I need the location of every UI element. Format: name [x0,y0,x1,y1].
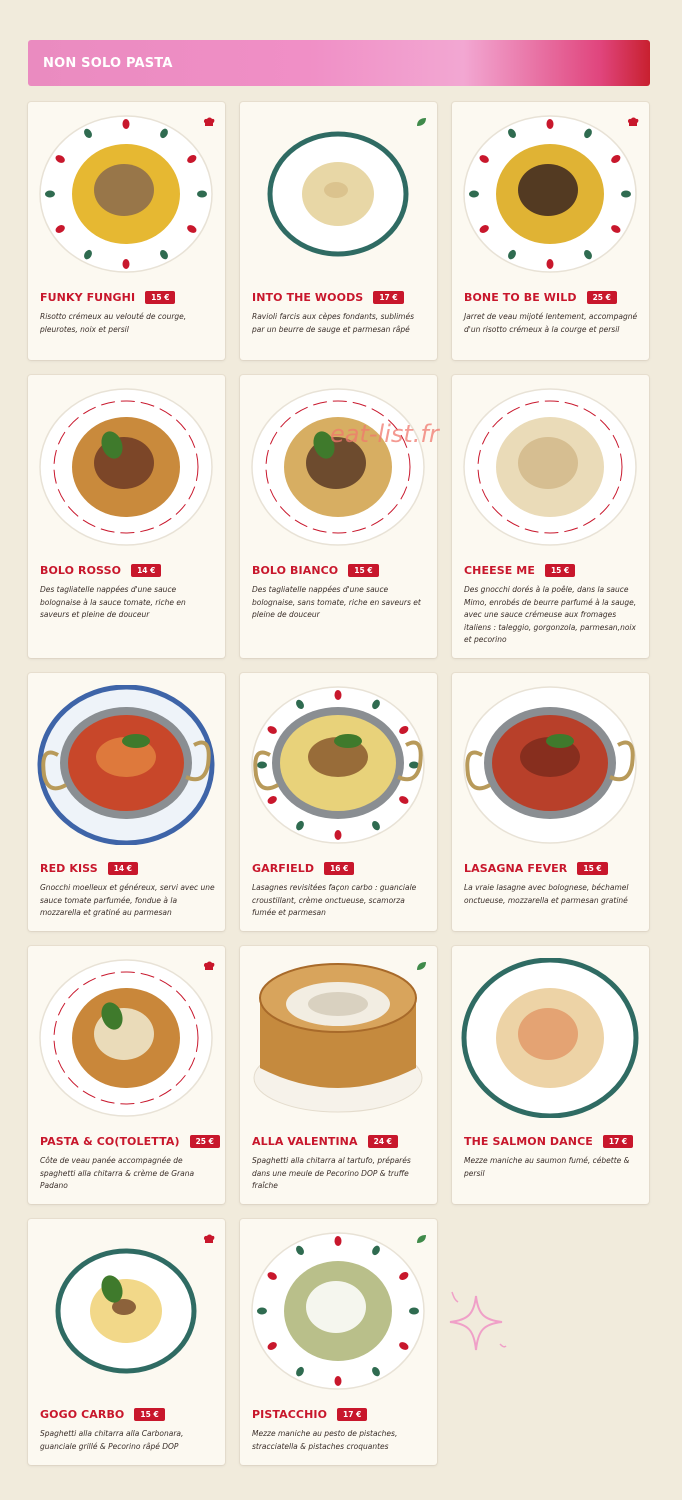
dish-title-row: BONE TO BE WILD 25 € [464,291,617,304]
dish-description: Côte de veau panée accompagnée de spaghe… [40,1156,195,1190]
leaf-icon [415,1229,427,1243]
dish-title-row: RED KISS 14 € [40,862,138,875]
dish-description: Mezze maniche au pesto de pistaches, str… [252,1429,398,1451]
dish-name: GOGO CARBO [40,1408,125,1421]
dish-name: PISTACCHIO [252,1408,328,1421]
dish-name: BONE TO BE WILD [464,291,577,304]
dish-photo [460,685,641,845]
dish-name: BOLO ROSSO [40,564,122,577]
price-badge: 24 € [367,1135,398,1148]
dish-name: THE SALMON DANCE [464,1135,593,1148]
dish-card[interactable]: GARFIELD 16 € Lasagnes revisitées façon ca… [240,673,437,931]
dish-photo [36,1231,217,1391]
dish-description: Gnocchi moelleux et généreux, servi avec… [40,883,215,917]
dish-name: PASTA & CO(TOLETTA) [40,1135,180,1148]
dish-name: INTO THE WOODS [252,291,364,304]
price-badge: 17 € [602,1135,634,1148]
dish-photo [248,114,429,274]
dish-card[interactable]: INTO THE WOODS 17 € Ravioli farcis aux cèp… [240,102,437,360]
dish-photo [248,958,429,1118]
price-badge: 15 € [544,564,576,577]
dish-name: BOLO BIANCO [252,564,339,577]
dish-photo [248,387,429,547]
dish-title-row: PISTACCHIO 17 € [252,1408,368,1421]
dish-card[interactable]: PISTACCHIO 17 € Mezze maniche au pesto de … [240,1219,437,1465]
dish-description: Des tagliatelle nappées d'une sauce bolo… [40,585,186,619]
dish-title-row: PASTA & CO(TOLETTA) 25 € [40,1135,220,1148]
price-badge: 14 € [107,862,138,875]
dish-description: Risotto crémeux au velouté de courge, pl… [40,312,187,334]
dish-description: Ravioli farcis aux cèpes fondants, subli… [252,312,414,334]
leaf-icon [415,956,427,970]
dish-description: Des tagliatelle nappées d'une sauce bolo… [252,585,421,619]
dish-title-row: THE SALMON DANCE 17 € [464,1135,634,1148]
chef-hat-icon [203,956,215,970]
price-badge: 17 € [337,1408,368,1421]
dish-card[interactable]: CHEESE ME 15 € Des gnocchi dorés à la poêl… [452,375,649,658]
dish-description: La vraie lasagne avec bolognese, béchame… [464,883,629,905]
dish-photo [460,114,641,274]
chef-hat-icon [203,112,215,126]
leaf-icon [415,112,427,126]
dish-description: Jarret de veau mijoté lentement, accompa… [464,312,638,334]
dish-name: RED KISS [40,862,98,875]
price-badge: 15 € [348,564,379,577]
dish-card[interactable]: RED KISS 14 € Gnocchi moelleux et généreux… [28,673,225,931]
dish-description: Spaghetti alla chitarra al tartufo, prép… [252,1156,411,1190]
dish-card[interactable]: LASAGNA FEVER 15 € La vraie lasagne avec b… [452,673,649,931]
price-badge: 15 € [145,291,176,304]
dish-card[interactable]: FUNKY FUNGHI 15 € Risotto crémeux au velou… [28,102,225,360]
price-badge: 25 € [189,1135,220,1148]
chef-hat-icon [203,1229,215,1243]
dish-photo [460,387,641,547]
dish-description: Mezze maniche au saumon fumé, cébette & … [464,1156,630,1178]
dish-name: FUNKY FUNGHI [40,291,136,304]
dish-description: Des gnocchi dorés à la poêle, dans la sa… [464,585,637,644]
dish-card[interactable]: THE SALMON DANCE 17 € Mezze maniche au sau… [452,946,649,1204]
dish-photo [36,958,217,1118]
price-badge: 14 € [131,564,162,577]
dish-title-row: BOLO BIANCO 15 € [252,564,379,577]
dish-title-row: GARFIELD 16 € [252,862,355,875]
dish-card[interactable]: GOGO CARBO 15 € Spaghetti alla chitarra al… [28,1219,225,1465]
dish-photo [36,685,217,845]
price-badge: 16 € [324,862,355,875]
dish-photo [36,387,217,547]
dish-photo [460,958,641,1118]
price-badge: 25 € [586,291,617,304]
sparkle-icon [446,1288,510,1354]
dish-card[interactable]: BONE TO BE WILD 25 € Jarret de veau mijoté… [452,102,649,360]
dish-title-row: LASAGNA FEVER 15 € [464,862,608,875]
dish-photo [248,685,429,845]
dish-name: GARFIELD [252,862,315,875]
price-badge: 15 € [134,1408,165,1421]
dish-title-row: BOLO ROSSO 14 € [40,564,162,577]
dish-title-row: CHEESE ME 15 € [464,564,576,577]
dish-title-row: FUNKY FUNGHI 15 € [40,291,176,304]
watermark: eat-list.fr [330,420,439,448]
dish-title-row: GOGO CARBO 15 € [40,1408,165,1421]
dish-name: LASAGNA FEVER [464,862,568,875]
dish-card[interactable]: PASTA & CO(TOLETTA) 25 € Côte de veau pané… [28,946,225,1204]
price-badge: 17 € [373,291,404,304]
chef-hat-icon [627,112,639,126]
dish-card[interactable]: BOLO ROSSO 14 € Des tagliatelle nappées d'… [28,375,225,658]
dish-description: Spaghetti alla chitarra alla Carbonara, … [40,1429,184,1451]
dish-card[interactable]: BOLO BIANCO 15 € Des tagliatelle nappées d… [240,375,437,658]
section-header: NON SOLO PASTA [28,40,650,86]
dish-photo [36,114,217,274]
dish-name: ALLA VALENTINA [252,1135,358,1148]
dish-card[interactable]: ALLA VALENTINA 24 € Spaghetti alla chitarr… [240,946,437,1204]
dish-title-row: ALLA VALENTINA 24 € [252,1135,398,1148]
dish-description: Lasagnes revisitées façon carbo : guanci… [252,883,417,917]
section-title: NON SOLO PASTA [43,55,173,71]
dish-photo [248,1231,429,1391]
dish-name: CHEESE ME [464,564,535,577]
dish-title-row: INTO THE WOODS 17 € [252,291,404,304]
price-badge: 15 € [577,862,608,875]
